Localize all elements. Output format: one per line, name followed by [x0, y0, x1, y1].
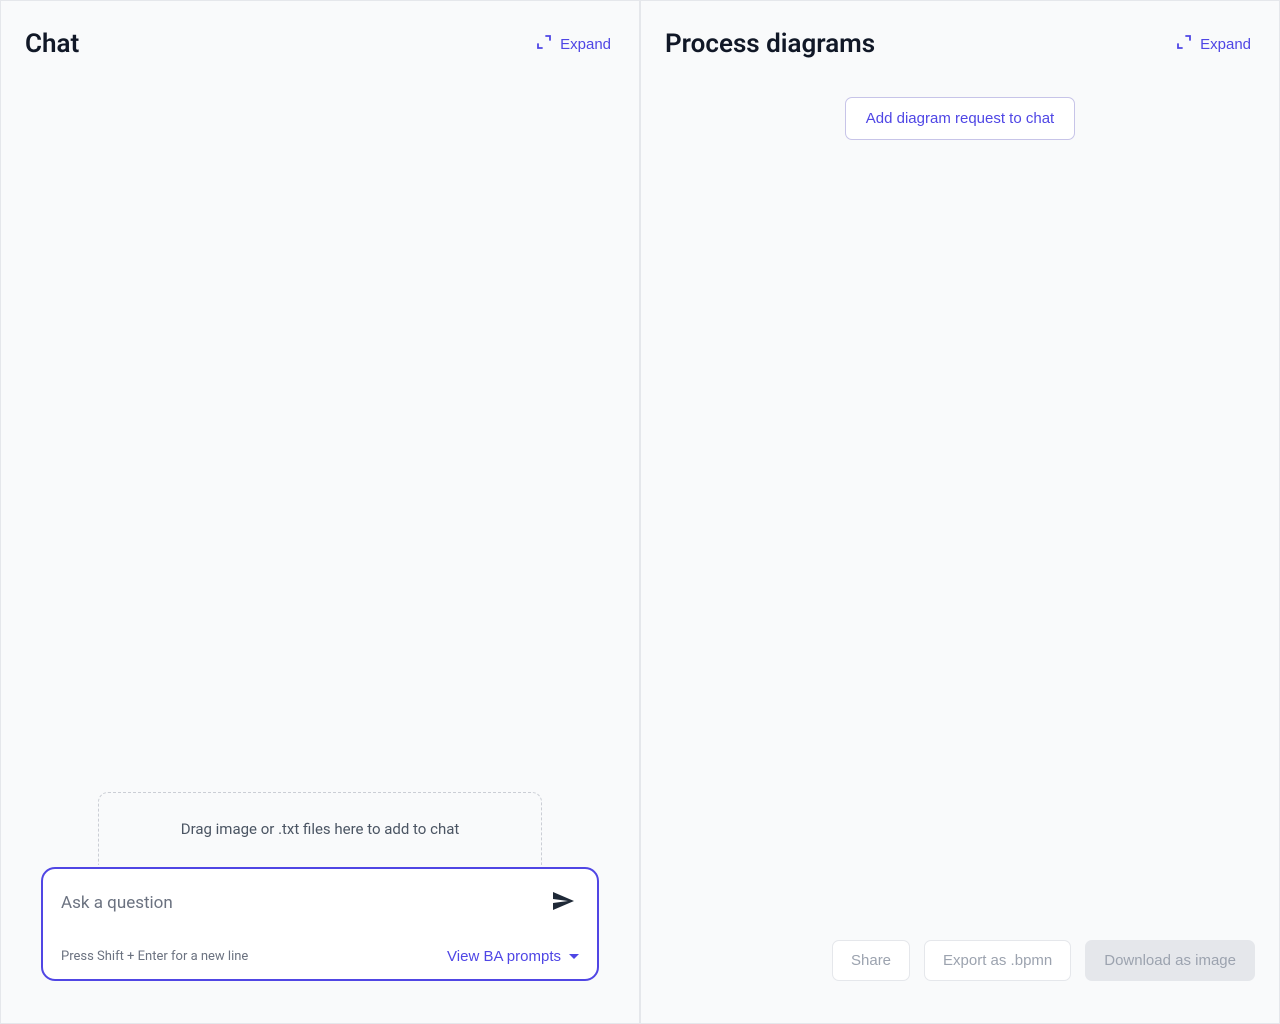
- expand-chat-label: Expand: [560, 36, 611, 53]
- chevron-down-icon: [569, 954, 579, 959]
- drop-zone-text: Drag image or .txt files here to add to …: [181, 820, 460, 838]
- input-hint: Press Shift + Enter for a new line: [61, 949, 248, 964]
- share-button[interactable]: Share: [832, 940, 910, 981]
- add-diagram-button[interactable]: Add diagram request to chat: [845, 97, 1075, 140]
- expand-chat-button[interactable]: Expand: [532, 30, 615, 58]
- file-drop-zone[interactable]: Drag image or .txt files here to add to …: [98, 792, 542, 865]
- view-prompts-dropdown[interactable]: View BA prompts: [447, 948, 579, 965]
- chat-body: Drag image or .txt files here to add to …: [1, 67, 639, 1023]
- download-image-button[interactable]: Download as image: [1085, 940, 1255, 981]
- expand-icon: [1176, 34, 1192, 54]
- diagrams-panel: Process diagrams Expand Add diagram requ…: [640, 0, 1280, 1024]
- chat-panel: Chat Expand Drag image or .txt files her…: [0, 0, 640, 1024]
- chat-title: Chat: [25, 29, 79, 59]
- diagrams-body: Add diagram request to chat Share Export…: [641, 67, 1279, 1023]
- send-icon: [551, 889, 575, 916]
- send-button[interactable]: [547, 885, 579, 920]
- chat-input[interactable]: [61, 890, 535, 916]
- chat-input-container: Press Shift + Enter for a new line View …: [41, 867, 599, 981]
- action-bar: Share Export as .bpmn Download as image: [832, 940, 1255, 981]
- expand-diagrams-label: Expand: [1200, 36, 1251, 53]
- diagrams-title: Process diagrams: [665, 29, 875, 59]
- export-bpmn-button[interactable]: Export as .bpmn: [924, 940, 1071, 981]
- chat-header: Chat Expand: [1, 1, 639, 67]
- expand-icon: [536, 34, 552, 54]
- prompts-label: View BA prompts: [447, 948, 561, 965]
- diagrams-header: Process diagrams Expand: [641, 1, 1279, 67]
- expand-diagrams-button[interactable]: Expand: [1172, 30, 1255, 58]
